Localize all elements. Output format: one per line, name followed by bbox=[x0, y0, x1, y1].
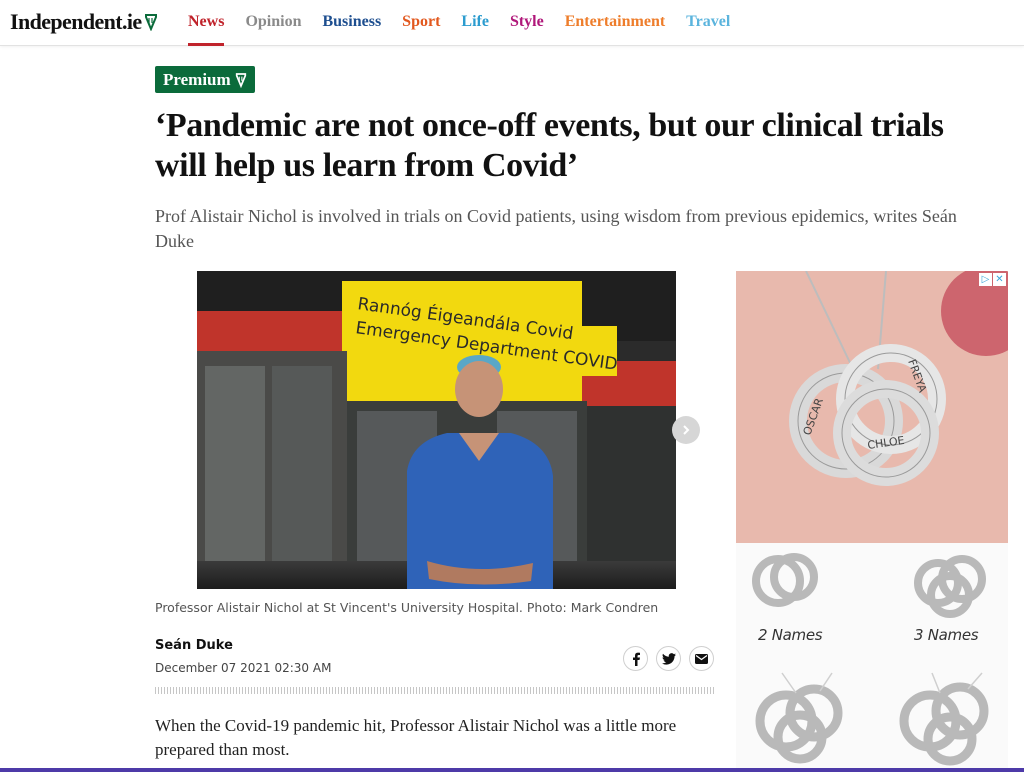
article-photo[interactable]: Rannóg Éigeandála Covid Emergency Depart… bbox=[197, 271, 676, 589]
article-standfirst: Prof Alistair Nichol is involved in tria… bbox=[155, 206, 957, 251]
hospital-photo: Rannóg Éigeandála Covid Emergency Depart… bbox=[197, 271, 676, 589]
ad-tile-label-2-names[interactable]: 2 Names bbox=[758, 626, 823, 644]
gallery-next-button[interactable] bbox=[672, 416, 700, 444]
facebook-icon bbox=[632, 652, 640, 666]
necklace-illustration: OSCAR FREYA CHLOE bbox=[789, 271, 1008, 486]
share-email-button[interactable] bbox=[689, 646, 714, 671]
share-twitter-button[interactable] bbox=[656, 646, 681, 671]
ad-close-icon[interactable]: ✕ bbox=[993, 273, 1006, 286]
necklace-thumbnails bbox=[752, 553, 989, 766]
article-body-paragraph: When the Covid-19 pandemic hit, Professo… bbox=[155, 716, 677, 759]
nav-link-life[interactable]: Life bbox=[461, 0, 489, 46]
ad-product-grid[interactable]: 2 Names 3 Names bbox=[736, 543, 1008, 772]
harp-icon bbox=[144, 14, 157, 31]
photo-caption: Professor Alistair Nichol at St Vincent'… bbox=[155, 600, 659, 615]
logo-text: Independent.ie bbox=[10, 9, 142, 34]
ad-necklace-image[interactable]: OSCAR FREYA CHLOE ▷ ✕ bbox=[736, 271, 1008, 543]
premium-badge: Premium bbox=[155, 66, 255, 93]
nav-link-entertainment[interactable]: Entertainment bbox=[565, 0, 665, 46]
harp-icon bbox=[235, 72, 246, 88]
share-facebook-button[interactable] bbox=[623, 646, 648, 671]
ad-choices[interactable]: ▷ ✕ bbox=[979, 273, 1006, 286]
premium-label: Premium bbox=[163, 69, 231, 89]
nav-link-news[interactable]: News bbox=[188, 0, 225, 46]
site-logo[interactable]: Independent.ie bbox=[10, 9, 158, 35]
email-icon bbox=[695, 653, 708, 664]
bottom-accent-bar bbox=[0, 768, 1024, 772]
nav-link-opinion[interactable]: Opinion bbox=[245, 0, 301, 46]
article-headline: ‘Pandemic are not once-off events, but o… bbox=[155, 107, 944, 184]
advertisement[interactable]: OSCAR FREYA CHLOE ▷ ✕ 2 Names 3 Names bbox=[736, 271, 1008, 772]
nav-link-style[interactable]: Style bbox=[510, 0, 544, 46]
ad-tile-label-3-names[interactable]: 3 Names bbox=[914, 626, 979, 644]
nav-link-business[interactable]: Business bbox=[322, 0, 381, 46]
top-navigation: Independent.ie News Opinion Business Sport L… bbox=[0, 0, 1024, 46]
publish-date: December 07 2021 02:30 AM bbox=[155, 661, 332, 675]
nav-link-sport[interactable]: Sport bbox=[402, 0, 440, 46]
chevron-right-icon bbox=[683, 425, 690, 435]
article-divider bbox=[155, 687, 715, 694]
share-buttons bbox=[623, 646, 714, 671]
twitter-icon bbox=[661, 652, 676, 665]
author-name[interactable]: Seán Duke bbox=[155, 638, 233, 653]
section-nav: News Opinion Business Sport Life Style Enterta… bbox=[188, 0, 751, 46]
ad-info-icon[interactable]: ▷ bbox=[979, 273, 992, 286]
nav-link-travel[interactable]: Travel bbox=[686, 0, 730, 46]
